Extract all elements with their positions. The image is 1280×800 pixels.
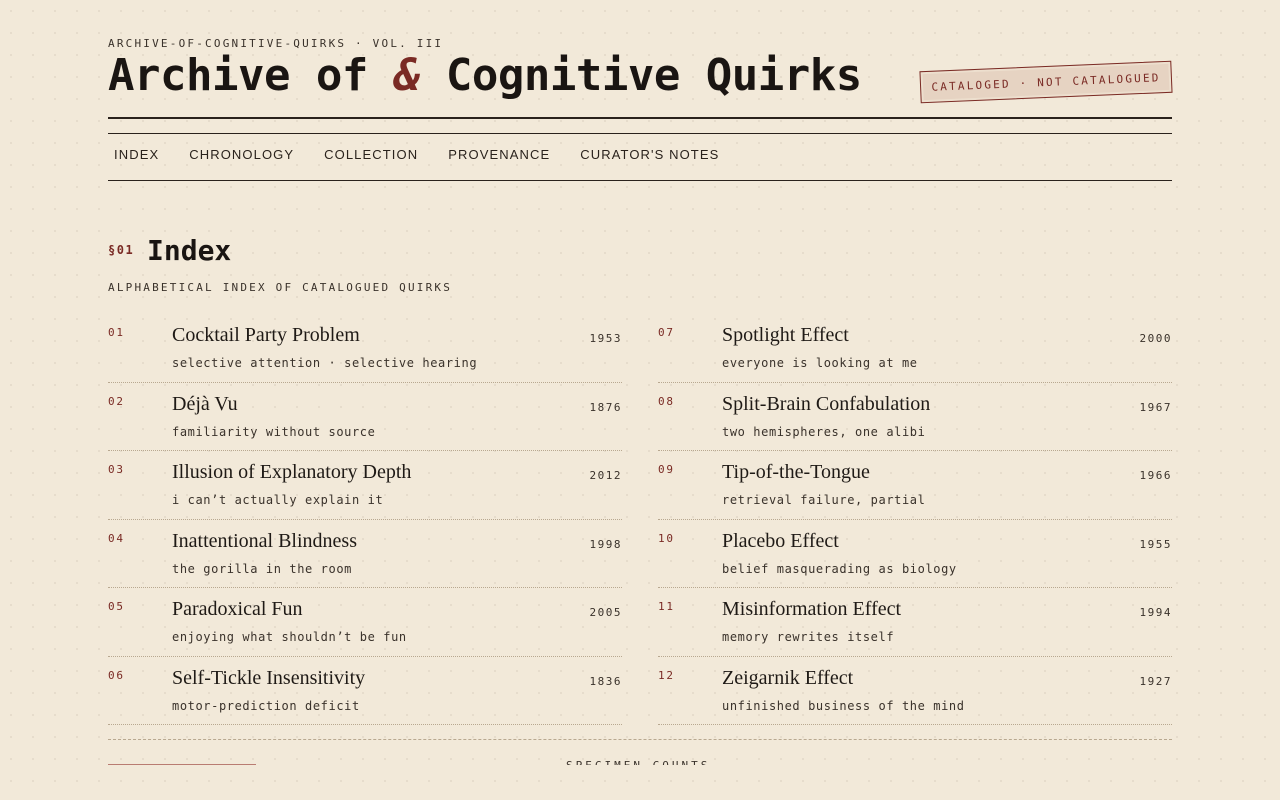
entry-name: Misinformation Effect <box>722 598 902 620</box>
entry-number: 02 <box>108 394 125 408</box>
footer-divider <box>108 739 1172 740</box>
entry-number: 05 <box>108 600 125 613</box>
section-title: Index <box>147 234 232 267</box>
index-entry[interactable]: 04 Inattentional Blindness 1998 the gori… <box>108 520 622 588</box>
entry-description: everyone is looking at me <box>722 356 918 370</box>
entry-year: 2005 <box>589 606 622 619</box>
section-subtitle: ALPHABETICAL INDEX OF CATALOGUED QUIRKS <box>108 281 453 294</box>
entry-year: 1966 <box>1139 469 1172 482</box>
index-column-left: 01 Cocktail Party Problem 1953 selective… <box>108 314 622 725</box>
entry-year: 1998 <box>589 537 622 551</box>
entry-description: two hemispheres, one alibi <box>722 424 926 439</box>
index-entry[interactable]: 05 Paradoxical Fun 2005 enjoying what sh… <box>108 588 622 657</box>
entry-name: Cocktail Party Problem <box>172 324 360 346</box>
entry-description: enjoying what shouldn’t be fun <box>172 630 407 644</box>
index-entry[interactable]: 09 Tip-of-the-Tongue 1966 retrieval fail… <box>658 451 1172 520</box>
entry-year: 1994 <box>1139 606 1172 619</box>
index-entry[interactable]: 07 Spotlight Effect 2000 everyone is loo… <box>658 314 1172 383</box>
index-entry[interactable]: 10 Placebo Effect 1955 belief masqueradi… <box>658 520 1172 588</box>
footer-accent-line <box>108 764 256 765</box>
entry-number: 09 <box>658 463 675 476</box>
entry-number: 08 <box>658 394 675 408</box>
entry-description: selective attention · selective hearing <box>172 356 478 370</box>
entry-name: Déjà Vu <box>172 392 238 415</box>
index-entry[interactable]: 12 Zeigarnik Effect 1927 unfinished busi… <box>658 657 1172 725</box>
archive-kicker: ARCHIVE-OF-COGNITIVE-QUIRKS · VOL. III <box>108 37 444 50</box>
index-entry[interactable]: 06 Self-Tickle Insensitivity 1836 motor-… <box>108 657 622 725</box>
catalog-stamp: CATALOGED · NOT CATALOGUED <box>919 60 1173 104</box>
footer-label: SPECIMEN COUNTS <box>566 760 710 765</box>
index-column-right: 07 Spotlight Effect 2000 everyone is loo… <box>658 314 1172 725</box>
entry-year: 1967 <box>1139 400 1172 414</box>
page-title: Archive of & Cognitive Quirks <box>108 50 862 101</box>
entry-name: Zeigarnik Effect <box>722 666 854 689</box>
index-entry[interactable]: 01 Cocktail Party Problem 1953 selective… <box>108 314 622 383</box>
entry-name: Self-Tickle Insensitivity <box>172 666 366 689</box>
nav-index[interactable]: INDEX <box>114 147 159 162</box>
header-rule <box>108 117 1172 119</box>
entry-description: the gorilla in the room <box>172 561 352 576</box>
entry-name: Spotlight Effect <box>722 324 849 346</box>
nav-top-rule <box>108 133 1172 134</box>
entry-name: Paradoxical Fun <box>172 598 303 620</box>
entry-name: Split-Brain Confabulation <box>722 392 931 415</box>
entry-year: 2012 <box>589 469 622 482</box>
entry-name: Placebo Effect <box>722 529 839 552</box>
entry-year: 2000 <box>1139 332 1172 345</box>
title-part-2: Cognitive Quirks <box>419 50 862 101</box>
entry-year: 1836 <box>589 674 622 688</box>
nav-chronology[interactable]: CHRONOLOGY <box>189 147 294 162</box>
entry-name: Illusion of Explanatory Depth <box>172 461 412 483</box>
entry-description: familiarity without source <box>172 424 376 439</box>
entry-number: 04 <box>108 531 125 545</box>
entry-name: Inattentional Blindness <box>172 529 357 552</box>
entry-description: unfinished business of the mind <box>722 698 965 713</box>
section-number: §01 <box>108 243 135 257</box>
entry-description: i can’t actually explain it <box>172 493 384 507</box>
entry-number: 10 <box>658 531 675 545</box>
entry-number: 01 <box>108 326 125 339</box>
entry-description: belief masquerading as biology <box>722 561 957 576</box>
title-part-1: Archive of <box>108 50 394 101</box>
entry-year: 1953 <box>589 332 622 345</box>
page: ARCHIVE-OF-COGNITIVE-QUIRKS · VOL. III A… <box>108 0 1173 800</box>
entry-description: memory rewrites itself <box>722 630 895 644</box>
entry-description: retrieval failure, partial <box>722 493 926 507</box>
entry-number: 06 <box>108 668 125 682</box>
entry-year: 1955 <box>1139 537 1172 551</box>
entry-name: Tip-of-the-Tongue <box>722 461 870 483</box>
entry-year: 1927 <box>1139 674 1172 688</box>
entry-description: motor-prediction deficit <box>172 698 360 713</box>
nav-curators-notes[interactable]: CURATOR'S NOTES <box>580 147 719 162</box>
title-ampersand: & <box>393 50 421 101</box>
nav-provenance[interactable]: PROVENANCE <box>448 147 550 162</box>
index-entry[interactable]: 08 Split-Brain Confabulation 1967 two he… <box>658 383 1172 451</box>
entry-number: 07 <box>658 326 675 339</box>
index-entry[interactable]: 11 Misinformation Effect 1994 memory rew… <box>658 588 1172 657</box>
main-nav: INDEX CHRONOLOGY COLLECTION PROVENANCE C… <box>114 147 719 162</box>
entry-number: 12 <box>658 668 675 682</box>
index-entry[interactable]: 03 Illusion of Explanatory Depth 2012 i … <box>108 451 622 520</box>
entry-number: 11 <box>658 600 675 613</box>
nav-collection[interactable]: COLLECTION <box>324 147 418 162</box>
entry-year: 1876 <box>589 400 622 414</box>
nav-bottom-rule <box>108 180 1172 181</box>
index-entry[interactable]: 02 Déjà Vu 1876 familiarity without sour… <box>108 383 622 451</box>
entry-number: 03 <box>108 463 125 476</box>
